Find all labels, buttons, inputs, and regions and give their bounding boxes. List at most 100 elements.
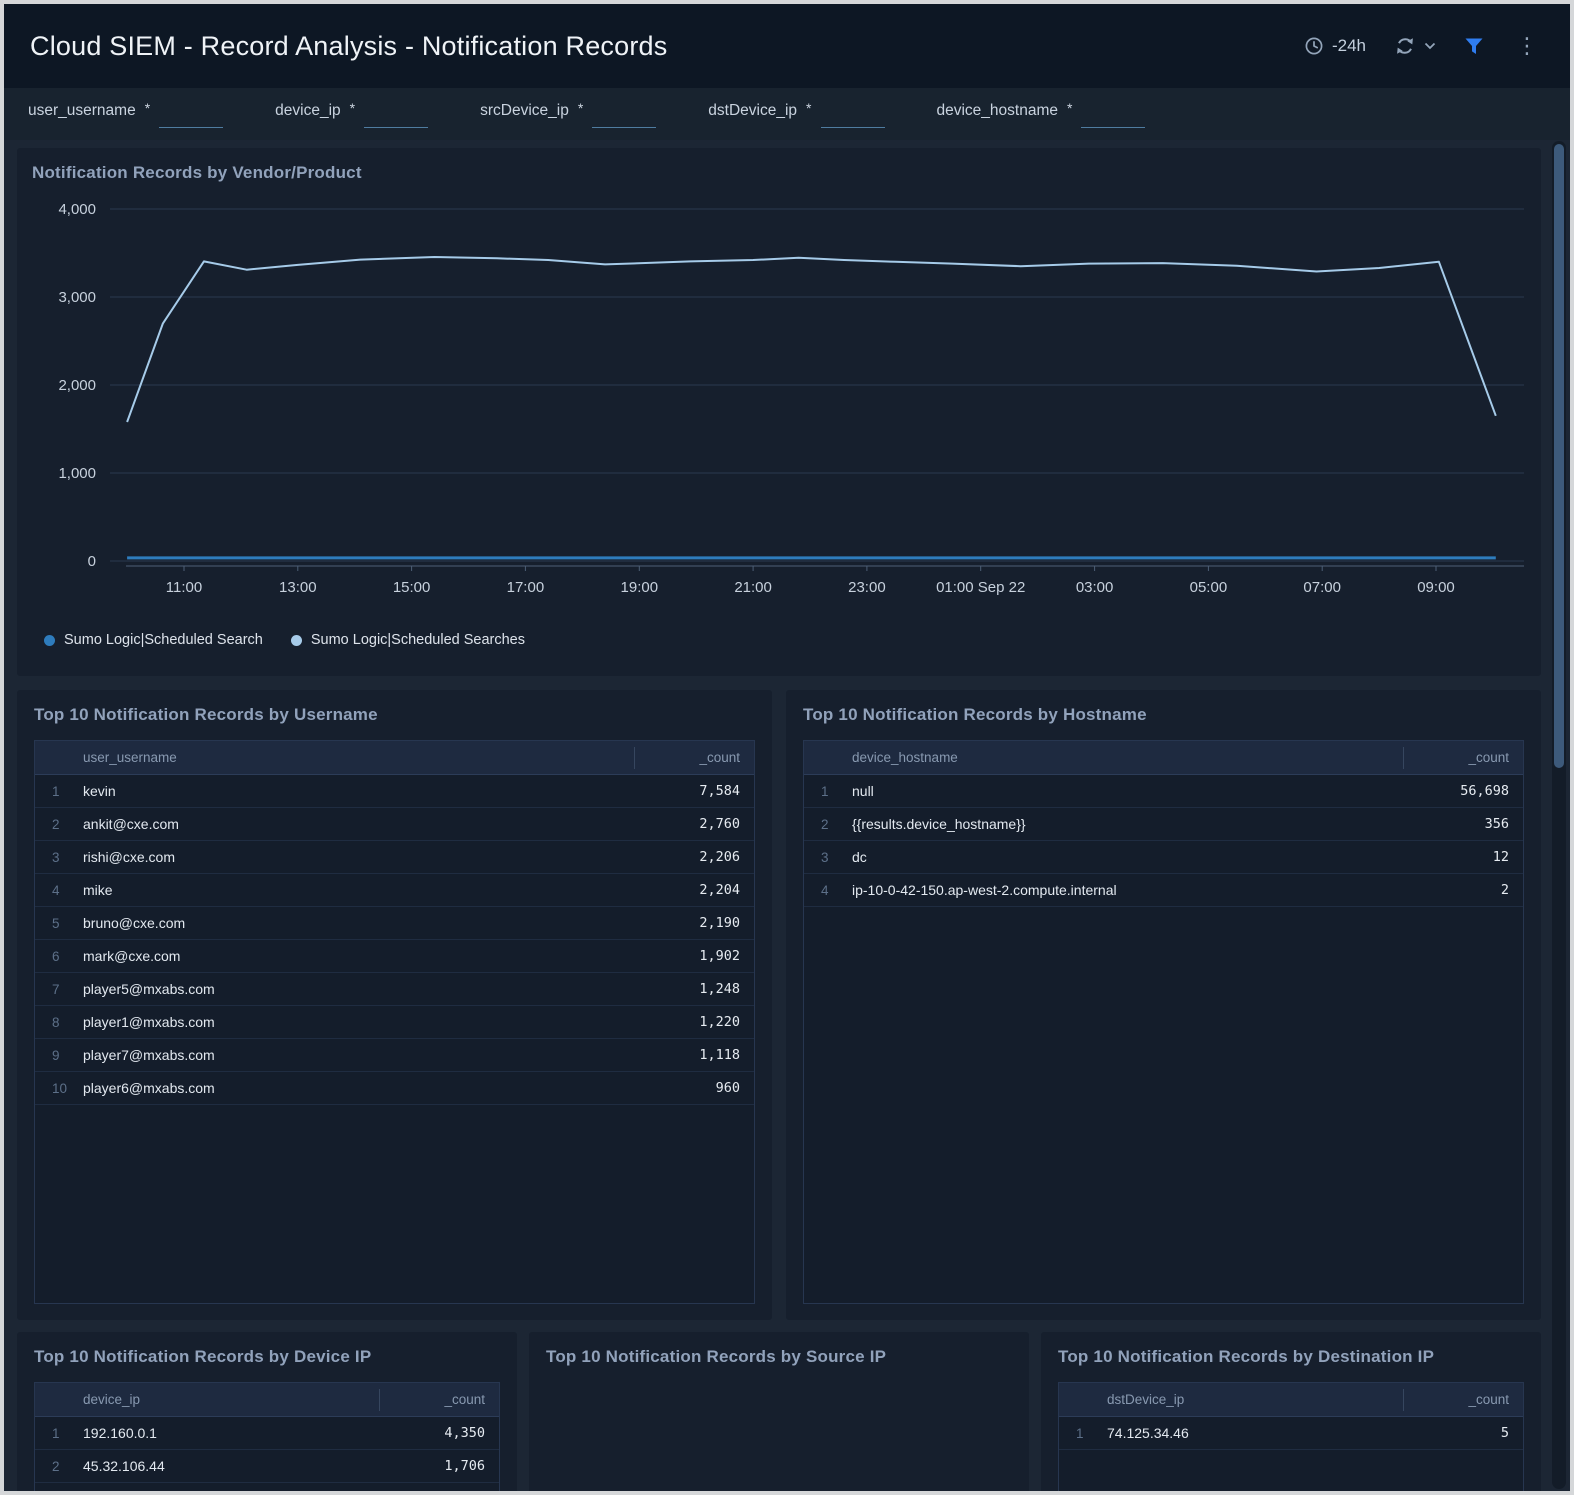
panel-top10-username: Top 10 Notification Records by Username … [17,690,772,1320]
device-ip-table: device_ip_count 1192.160.0.14,350245.32.1… [34,1382,500,1491]
chevron-down-icon [1424,42,1436,50]
table-row[interactable]: 1kevin7,584 [35,775,754,808]
filter-label: user_username [28,100,136,120]
hostname-table: device_hostname_count1null56,6982{{resul… [803,740,1524,1304]
row-rank: 9 [35,1048,83,1063]
filter-label: dstDevice_ip [708,100,797,120]
svg-text:2,000: 2,000 [58,377,96,394]
table-row[interactable]: 8player1@mxabs.com1,220 [35,1006,754,1039]
row-count: 1,220 [634,1014,754,1030]
column-header[interactable]: device_ip [83,1392,379,1407]
required-asterisk: * [145,100,150,116]
row-key: null [852,783,1403,799]
username-table: user_username_count1kevin7,5842ankit@cxe… [34,740,755,1304]
panel-top10-hostname: Top 10 Notification Records by Hostname … [786,690,1541,1320]
row-rank: 3 [35,850,83,865]
legend-item-scheduled-searches[interactable]: Sumo Logic|Scheduled Searches [291,632,525,648]
row-count: 1,248 [634,981,754,997]
svg-text:03:00: 03:00 [1076,579,1114,596]
more-menu-button[interactable]: ⋮ [1512,35,1542,57]
row-count: 1,902 [634,948,754,964]
table-row[interactable]: 3rishi@cxe.com2,206 [35,841,754,874]
clock-icon [1304,36,1324,56]
filter-src-device-ip-input[interactable] [592,106,656,128]
filter-user-username-input[interactable] [159,106,223,128]
row-key: ankit@cxe.com [83,816,634,832]
filter-device-hostname: device_hostname * [937,100,1146,128]
panel-title: Top 10 Notification Records by Source IP [546,1347,1012,1367]
chart-legend: Sumo Logic|Scheduled Search Sumo Logic|S… [44,632,1526,648]
scrollbar-track [1552,141,1566,1489]
panel-top10-device-ip: Top 10 Notification Records by Device IP… [17,1332,517,1491]
filter-toggle-button[interactable] [1464,37,1484,56]
filter-device-ip-input[interactable] [364,106,428,128]
table-row[interactable]: 2{{results.device_hostname}}356 [804,808,1523,841]
row-count: 356 [1403,816,1523,832]
svg-text:3,000: 3,000 [58,289,96,306]
table-row[interactable]: 4ip-10-0-42-150.ap-west-2.compute.intern… [804,874,1523,907]
filter-device-hostname-input[interactable] [1081,106,1145,128]
destination-ip-table: dstDevice_ip_count 174.125.34.465 [1058,1382,1524,1491]
table-row[interactable]: 5bruno@cxe.com2,190 [35,907,754,940]
row-key: {{results.device_hostname}} [852,816,1403,832]
table-row[interactable]: 1null56,698 [804,775,1523,808]
filter-src-device-ip: srcDevice_ip * [480,100,656,128]
svg-text:23:00: 23:00 [848,579,886,596]
svg-text:07:00: 07:00 [1303,579,1341,596]
svg-text:17:00: 17:00 [507,579,545,596]
filter-label: device_hostname [937,100,1059,120]
column-header[interactable]: dstDevice_ip [1107,1392,1403,1407]
vendor-product-line-chart[interactable]: 01,0002,0003,0004,00011:0013:0015:0017:0… [32,187,1526,626]
table-row[interactable]: 245.32.106.441,706 [35,1450,499,1483]
table-row[interactable]: 3dc12 [804,841,1523,874]
row-rank: 1 [35,784,83,799]
row-key: kevin [83,783,634,799]
filter-label: device_ip [275,100,341,120]
table-row[interactable]: 7player5@mxabs.com1,248 [35,973,754,1006]
row-rank: 4 [35,883,83,898]
required-asterisk: * [1067,100,1072,116]
column-header[interactable]: device_hostname [852,750,1403,765]
filter-user-username: user_username * [28,100,223,128]
panel-title: Notification Records by Vendor/Product [32,163,1526,183]
table-row[interactable]: 10player6@mxabs.com960 [35,1072,754,1105]
table-row[interactable]: 4mike2,204 [35,874,754,907]
row-count: 2,190 [634,915,754,931]
time-range-button[interactable]: -24h [1304,36,1366,56]
row-count: 7,584 [634,783,754,799]
column-header[interactable]: _count [634,747,754,769]
legend-label: Sumo Logic|Scheduled Search [64,632,263,648]
column-header[interactable]: user_username [83,750,634,765]
time-range-label: -24h [1332,36,1366,56]
table-row[interactable]: 2ankit@cxe.com2,760 [35,808,754,841]
row-rank: 2 [35,1459,83,1474]
row-count: 2,206 [634,849,754,865]
svg-text:05:00: 05:00 [1190,579,1228,596]
row-key: ip-10-0-42-150.ap-west-2.compute.interna… [852,882,1403,898]
column-header[interactable]: _count [1403,747,1523,769]
kebab-menu-icon: ⋮ [1512,35,1542,57]
column-header[interactable]: _count [1403,1389,1523,1411]
filter-dst-device-ip: dstDevice_ip * [708,100,884,128]
row-rank: 7 [35,982,83,997]
filter-dst-device-ip-input[interactable] [821,106,885,128]
column-header[interactable]: _count [379,1389,499,1411]
row-rank: 1 [1059,1426,1107,1441]
table-row[interactable]: 6mark@cxe.com1,902 [35,940,754,973]
refresh-icon [1394,35,1416,57]
refresh-button[interactable] [1394,35,1436,57]
legend-item-scheduled-search[interactable]: Sumo Logic|Scheduled Search [44,632,263,648]
row-rank: 6 [35,949,83,964]
row-count: 2,760 [634,816,754,832]
table-row[interactable]: 1192.160.0.14,350 [35,1417,499,1450]
scrollbar-thumb[interactable] [1554,144,1564,768]
row-key: dc [852,849,1403,865]
row-rank: 2 [804,817,852,832]
row-rank: 8 [35,1015,83,1030]
table-row[interactable]: 174.125.34.465 [1059,1417,1523,1450]
table-row[interactable]: 9player7@mxabs.com1,118 [35,1039,754,1072]
row-rank: 3 [804,850,852,865]
panel-top10-source-ip: Top 10 Notification Records by Source IP [529,1332,1029,1491]
page-title: Cloud SIEM - Record Analysis - Notificat… [30,31,667,62]
row-count: 4,350 [379,1425,499,1441]
